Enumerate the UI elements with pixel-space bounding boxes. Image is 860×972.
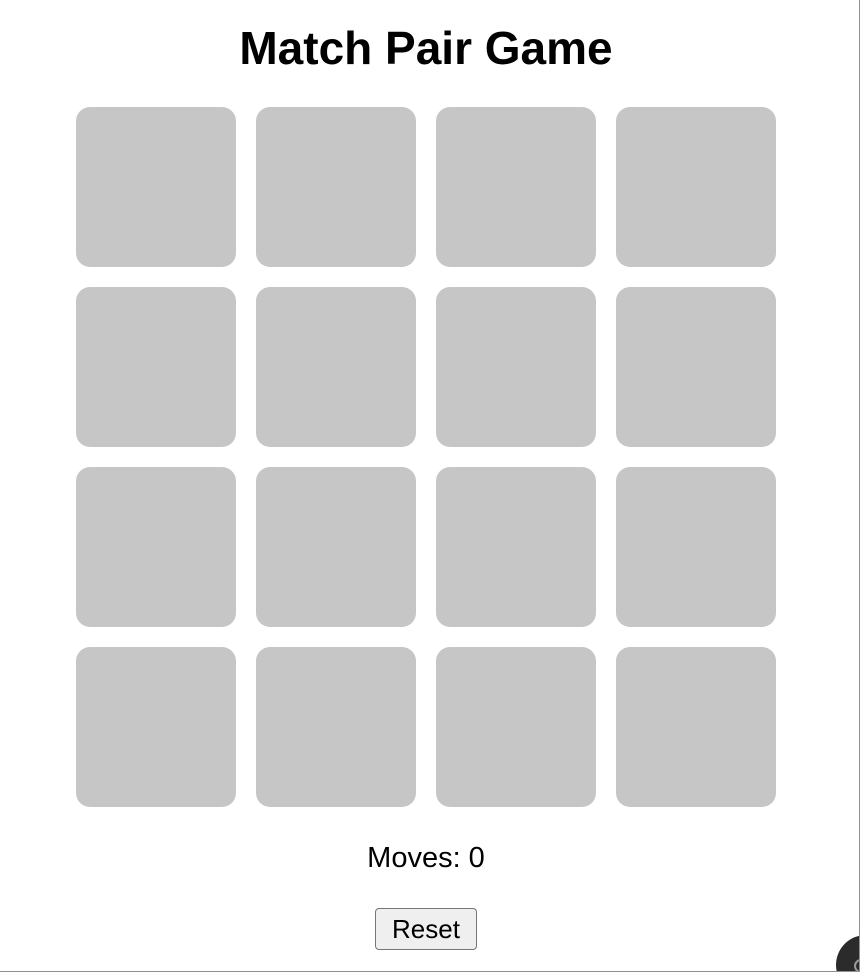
card-13[interactable] <box>76 647 236 807</box>
card-grid <box>76 107 776 807</box>
moves-counter: Moves: 0 <box>367 842 485 874</box>
reset-button[interactable]: Reset <box>375 908 477 950</box>
card-2[interactable] <box>256 107 416 267</box>
card-6[interactable] <box>256 287 416 447</box>
card-15[interactable] <box>436 647 596 807</box>
card-12[interactable] <box>616 467 776 627</box>
chat-bubble-icon <box>854 959 859 971</box>
card-9[interactable] <box>76 467 236 627</box>
card-16[interactable] <box>616 647 776 807</box>
card-10[interactable] <box>256 467 416 627</box>
card-11[interactable] <box>436 467 596 627</box>
card-5[interactable] <box>76 287 236 447</box>
page-title: Match Pair Game <box>239 22 613 74</box>
corner-badge[interactable] <box>836 935 859 971</box>
card-4[interactable] <box>616 107 776 267</box>
card-1[interactable] <box>76 107 236 267</box>
game-page: Match Pair Game Moves: 0 Reset <box>0 0 860 972</box>
card-3[interactable] <box>436 107 596 267</box>
card-7[interactable] <box>436 287 596 447</box>
card-14[interactable] <box>256 647 416 807</box>
card-8[interactable] <box>616 287 776 447</box>
